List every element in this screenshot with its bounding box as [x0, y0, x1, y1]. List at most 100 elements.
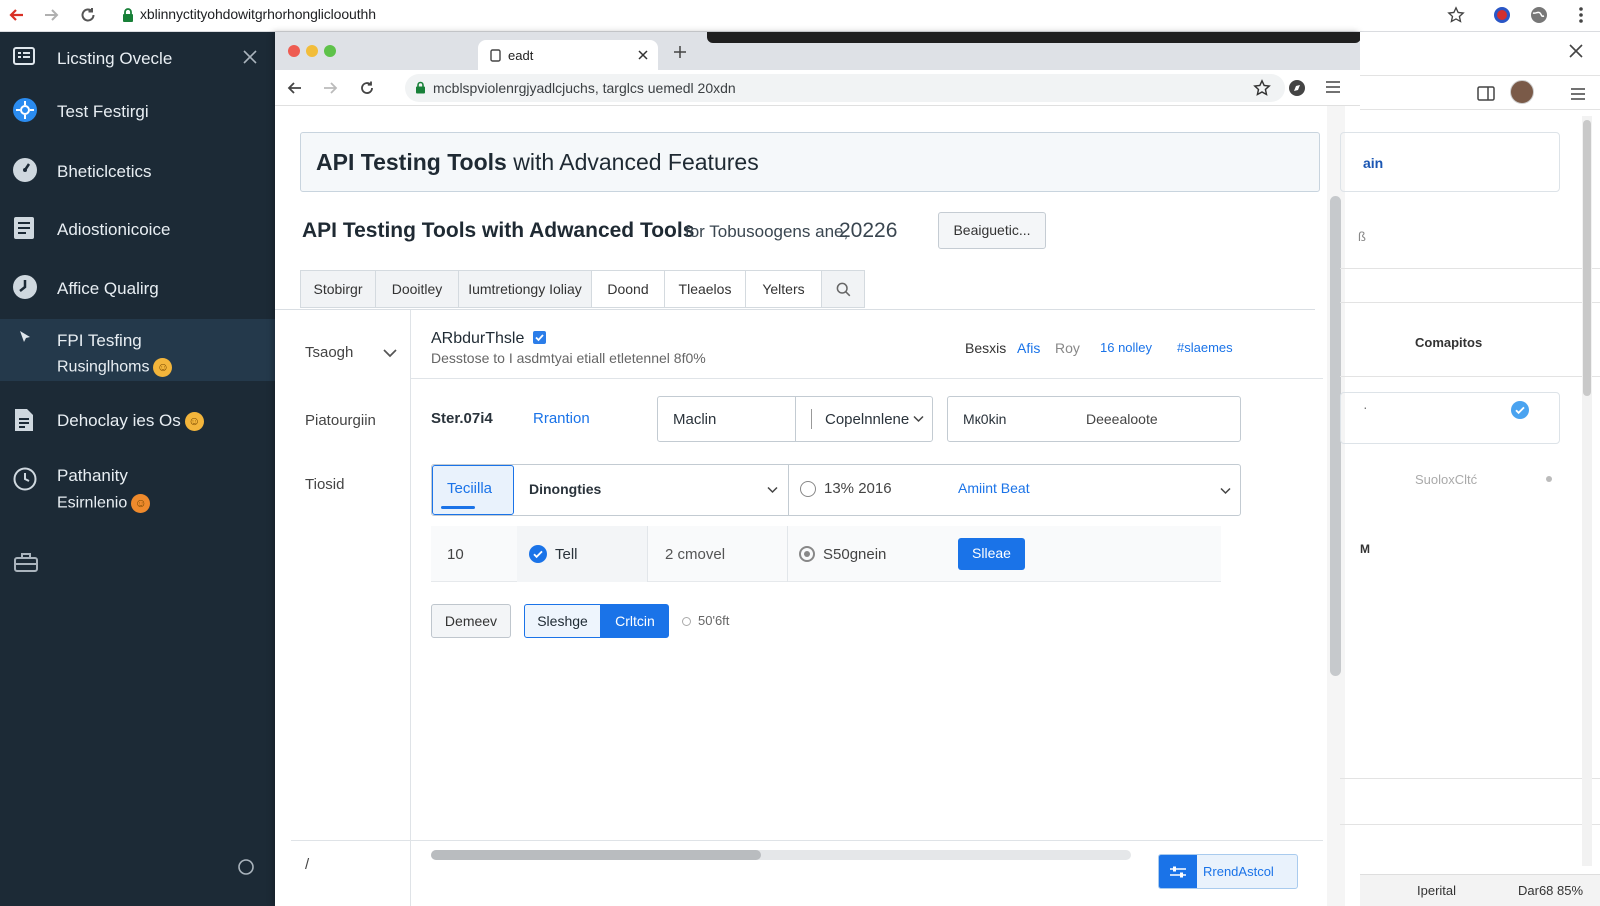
- background-card: ·: [1340, 392, 1560, 444]
- bookmark-star-icon[interactable]: [1445, 4, 1467, 26]
- select-value[interactable]: Dinongties: [529, 481, 601, 497]
- tab-close-icon[interactable]: [638, 50, 648, 60]
- sidebar-item-office-quality[interactable]: Affice Qualirg: [0, 265, 275, 309]
- tab-yelters[interactable]: Yelters: [746, 271, 822, 307]
- toggle-option-button[interactable]: Sleshge: [524, 604, 601, 638]
- row-tab-active[interactable]: Teciilla: [432, 465, 514, 515]
- radio-button-selected[interactable]: [799, 546, 815, 562]
- compass-icon[interactable]: [1288, 79, 1306, 97]
- sidebar-item-listing[interactable]: Licsting Ovecle: [0, 35, 275, 79]
- avatar[interactable]: [1510, 80, 1534, 104]
- sidebar-item-deployment[interactable]: Dehoclay ies Os ☺: [0, 398, 275, 442]
- sidebar-item-administration[interactable]: Adiostionicoice: [0, 206, 275, 250]
- hamburger-menu-icon[interactable]: [1571, 88, 1585, 100]
- tab-tleaelos[interactable]: Tleaelos: [665, 271, 746, 307]
- sidebar-item-test-testing[interactable]: Test Festirgi: [0, 88, 275, 132]
- browser-tab[interactable]: eadt: [478, 40, 658, 70]
- tab-doond[interactable]: Doond: [592, 271, 665, 307]
- status-circle-icon[interactable]: [237, 858, 255, 876]
- background-scrollbar[interactable]: [1582, 116, 1592, 866]
- toolbox-icon[interactable]: [13, 551, 39, 573]
- profile-globe-icon[interactable]: [1528, 4, 1550, 26]
- moves-text: 2 cmovel: [665, 546, 726, 563]
- background-divider: [1340, 824, 1600, 825]
- inner-address-bar[interactable]: mcblspviolenrgjyadlcjuchs, targlcs uemed…: [405, 74, 1285, 102]
- extension-icon[interactable]: [1491, 4, 1513, 26]
- reload-icon[interactable]: [359, 80, 375, 96]
- card-name-wrap: ARbdurThsle: [431, 330, 546, 348]
- text-input-field[interactable]: Mк0kin Deeealoote: [947, 396, 1241, 442]
- window-close-dot[interactable]: [288, 45, 300, 57]
- side-panel-icon[interactable]: [1477, 86, 1495, 101]
- sidebar-item-statistics[interactable]: Bheticlcetics: [0, 148, 275, 192]
- radio-button[interactable]: [800, 481, 816, 497]
- link-nolley[interactable]: 16 nolley: [1100, 340, 1152, 355]
- filter-label-tsaogh[interactable]: Tsaogh: [305, 344, 353, 361]
- close-icon[interactable]: [1569, 44, 1583, 58]
- sidebar-item-label: Dehoclay ies Os: [57, 411, 181, 430]
- row-link[interactable]: Rrantion: [533, 410, 590, 427]
- window-maximize-dot[interactable]: [324, 45, 336, 57]
- chevron-down-icon[interactable]: [383, 348, 397, 358]
- horizontal-scrollbar-thumb[interactable]: [431, 850, 761, 860]
- search-icon: [836, 282, 851, 297]
- sidebar-subitem-rusinglhoms[interactable]: Rusinglhoms ☺: [57, 358, 173, 377]
- filter-label-piatourgiin[interactable]: Piatourgiin: [305, 412, 376, 429]
- forward-arrow-icon[interactable]: [40, 4, 62, 26]
- table-row: 10 Tell 2 cmovel S50gnein Slleae: [431, 526, 1221, 582]
- check-label: Tell: [555, 546, 578, 563]
- sidebar-item-patanity[interactable]: Pathanity Esirnlenio ☺: [0, 454, 275, 524]
- chevron-down-icon[interactable]: [767, 486, 778, 494]
- field-value: Maclin: [673, 411, 717, 428]
- page-title-bold: API Testing Tools: [316, 149, 507, 175]
- reload-icon[interactable]: [77, 4, 99, 26]
- check-circle-icon[interactable]: [529, 545, 547, 563]
- check-circle-icon[interactable]: [1511, 401, 1529, 419]
- bookmark-star-icon[interactable]: [1253, 79, 1271, 97]
- background-dot: [1546, 476, 1552, 482]
- background-scrollbar-thumb[interactable]: [1583, 120, 1591, 396]
- background-divider: [1340, 268, 1600, 269]
- close-sidebar-icon[interactable]: [242, 49, 258, 65]
- background-window-toolbar: [1360, 32, 1600, 76]
- link-besxis[interactable]: Besxis: [965, 340, 1006, 356]
- page-title-rest: with Advanced Features: [506, 149, 759, 175]
- tab-divider: [275, 309, 1315, 310]
- link-roy[interactable]: Roy: [1055, 340, 1080, 356]
- tab-search[interactable]: [822, 271, 866, 307]
- gauge-icon: [12, 157, 38, 183]
- filter-label-tiosid[interactable]: Tiosid: [305, 476, 344, 493]
- primary-action-button[interactable]: Slleae: [958, 538, 1025, 570]
- window-minimize-dot[interactable]: [306, 45, 318, 57]
- left-sidebar: Licsting Ovecle Test Festirgi Bheticlcet…: [0, 32, 275, 906]
- background-divider: [1340, 376, 1600, 377]
- row-link[interactable]: Amiint Beat: [958, 480, 1030, 496]
- new-tab-plus-icon[interactable]: [673, 45, 687, 59]
- header-action-button[interactable]: Beaiguetic...: [938, 212, 1046, 249]
- chevron-down-icon[interactable]: [1220, 487, 1231, 495]
- background-text: ß: [1358, 229, 1366, 244]
- page-title: API Testing Tools with Advanced Features: [316, 149, 759, 176]
- secondary-button[interactable]: Demeev: [431, 604, 511, 638]
- footer-divider: [291, 840, 1323, 841]
- radio-label: 13% 2016: [824, 480, 892, 497]
- tab-stobirgr[interactable]: Stobirgr: [301, 271, 376, 307]
- back-arrow-icon[interactable]: [6, 4, 28, 26]
- advanced-action-button[interactable]: RrendAstcol: [1158, 854, 1298, 889]
- link-afis[interactable]: Afis: [1017, 340, 1040, 356]
- back-arrow-icon[interactable]: [287, 80, 303, 96]
- menu-dots-icon[interactable]: [1570, 4, 1592, 26]
- link-slaemes[interactable]: #slaemes: [1177, 340, 1233, 355]
- button-label: RrendAstcol: [1203, 864, 1274, 879]
- tab-dooitley[interactable]: Dooitley: [376, 271, 459, 307]
- smiley-icon: ☺: [131, 494, 151, 513]
- field-cursor: [811, 409, 812, 429]
- background-divider: [1340, 778, 1600, 779]
- outer-url-text[interactable]: xblinnyctityohdowitgrhorhonglicloouthh: [140, 6, 376, 22]
- hamburger-menu-icon[interactable]: [1326, 81, 1340, 93]
- tab-iumtretiongy[interactable]: Iumtretiongy Ioliay: [459, 271, 592, 307]
- toggle-option-button-active[interactable]: Crltcin: [601, 604, 669, 638]
- forward-arrow-icon[interactable]: [322, 80, 338, 96]
- filter-footer: /: [305, 856, 310, 873]
- combined-select-field[interactable]: Maclin Copelnnlene: [657, 396, 933, 442]
